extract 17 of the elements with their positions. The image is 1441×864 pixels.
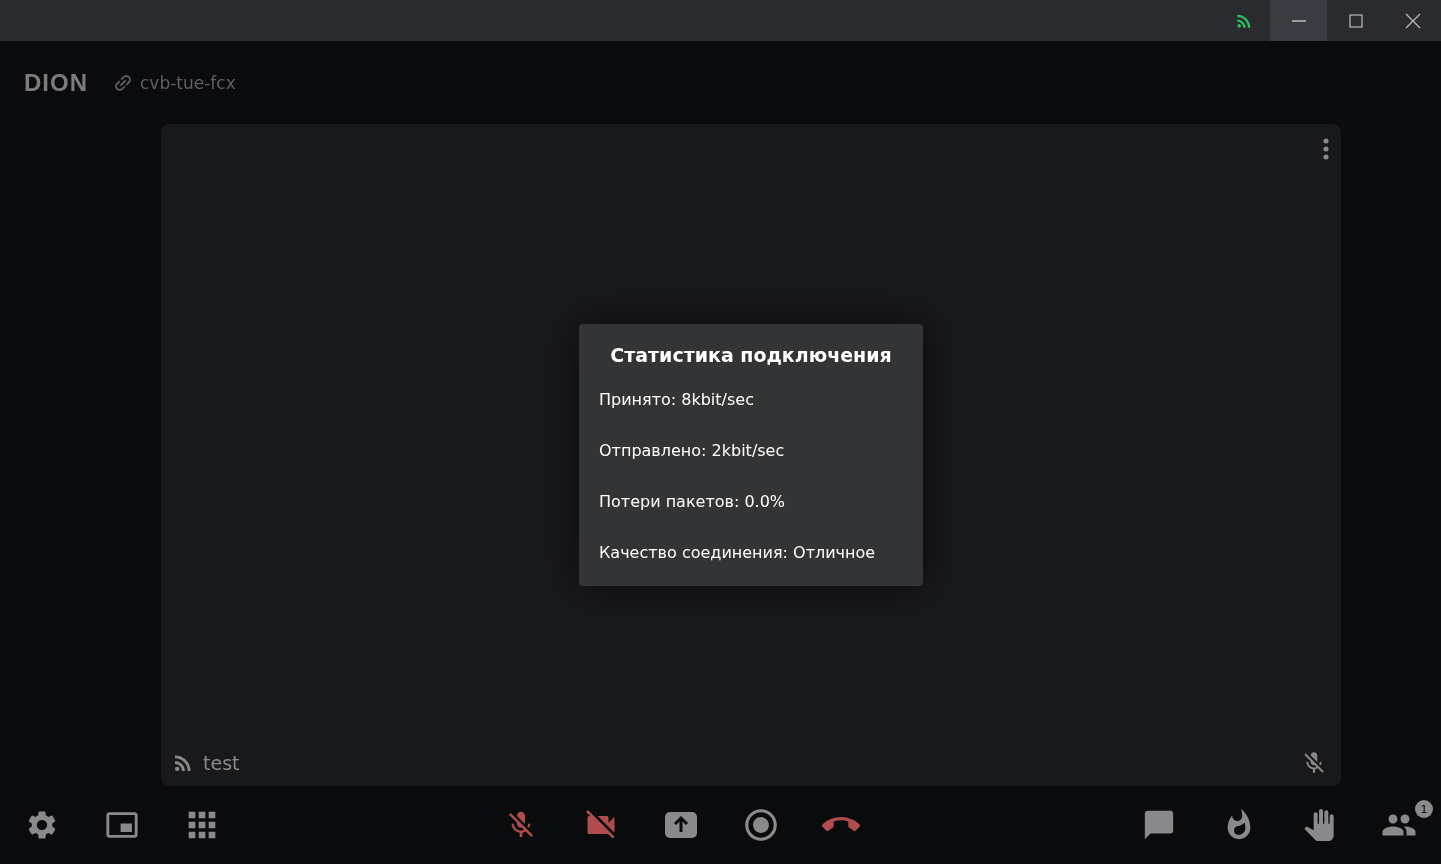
participant-name: test xyxy=(203,752,240,774)
hand-icon xyxy=(1303,809,1335,841)
app-logo: DION xyxy=(24,68,88,97)
count-badge: 1 xyxy=(1415,800,1433,818)
dialog-title: Статистика подключения xyxy=(609,344,893,366)
stat-line: Качество соединения: Отличное xyxy=(599,543,877,562)
more-options-button[interactable] xyxy=(1323,138,1329,160)
stat-line: Потери пакетов: 0.0% xyxy=(599,492,787,511)
stat-line: Отправлено: 2kbit/sec xyxy=(599,441,786,460)
room-code[interactable]: cvb-tue-fcx xyxy=(140,72,236,93)
minimize-icon xyxy=(1290,19,1307,22)
muted-microphone-icon xyxy=(1301,750,1327,776)
stat-line: Принято: 8kbit/sec xyxy=(599,390,755,409)
maximize-icon xyxy=(1348,13,1363,28)
more-icon xyxy=(1323,138,1329,160)
close-icon xyxy=(1404,12,1421,29)
upload-icon xyxy=(664,812,697,838)
